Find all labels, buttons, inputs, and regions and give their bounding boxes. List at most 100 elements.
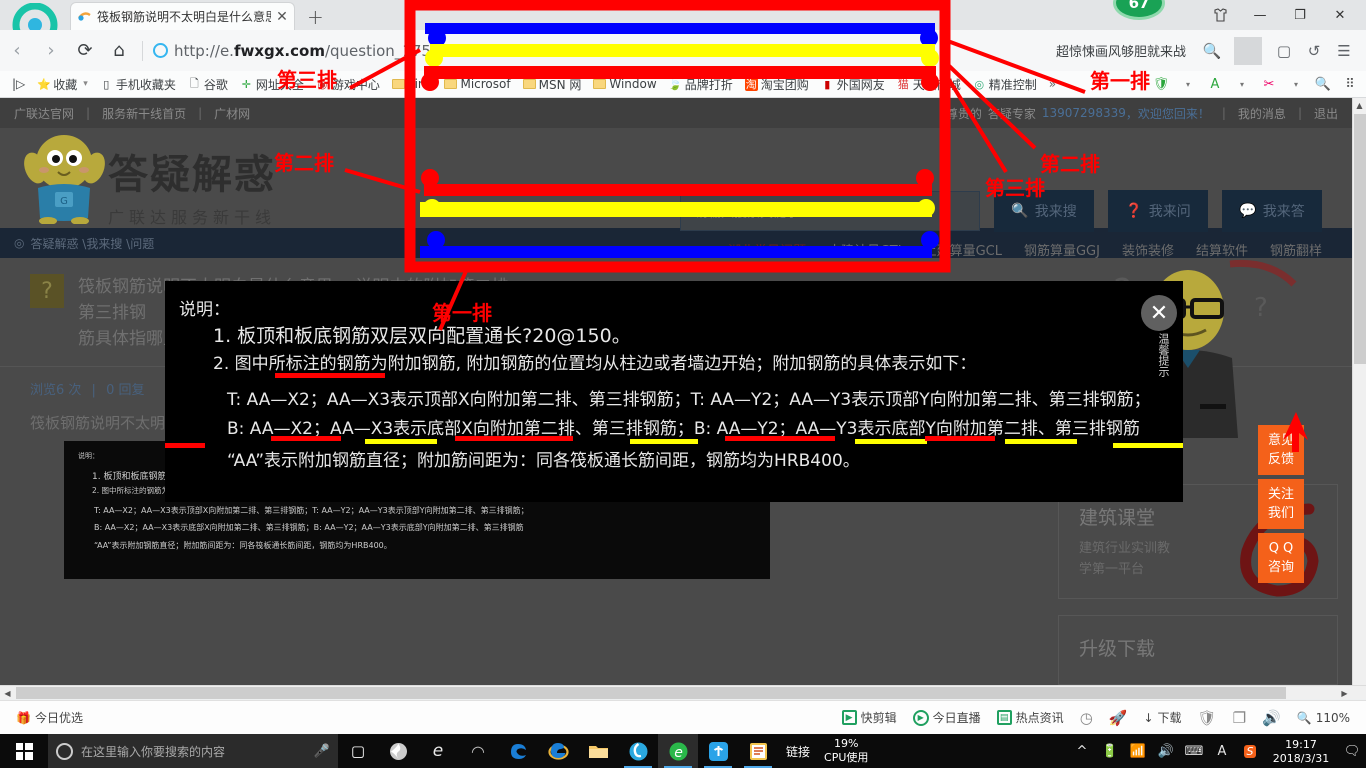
- app-icon-browser-1[interactable]: e: [418, 734, 458, 768]
- bookmark-item[interactable]: Link: [386, 73, 439, 95]
- action-center-icon[interactable]: 🗨: [1338, 734, 1366, 768]
- quicklink-settlement[interactable]: 结算软件: [1196, 240, 1248, 259]
- horizontal-scrollbar[interactable]: ◀ ▶: [0, 685, 1366, 699]
- horizontal-scroll-thumb[interactable]: [16, 687, 1286, 699]
- quicklink-hubei[interactable]: 湖北常见问题: [728, 240, 806, 259]
- bookmark-item[interactable]: Window: [587, 73, 662, 95]
- search-input[interactable]: 请输入搜索关键字: [680, 191, 980, 231]
- search-icon[interactable]: 🔍: [1198, 37, 1226, 65]
- app-icon-ie[interactable]: [538, 734, 578, 768]
- wallet-icon[interactable]: 🛡: [1149, 74, 1173, 96]
- bookmark-item[interactable]: 猫天猫商城: [891, 73, 967, 95]
- my-messages-link[interactable]: 我的消息: [1238, 105, 1286, 122]
- scroll-right-icon[interactable]: ▶: [1337, 686, 1352, 700]
- zoom-level-item[interactable]: 🔍 110%: [1289, 711, 1358, 725]
- today-pick-item[interactable]: 🎁 今日优选: [8, 709, 91, 726]
- logout-link[interactable]: 退出: [1314, 105, 1338, 122]
- skin-icon[interactable]: [1200, 4, 1240, 26]
- reload-icon[interactable]: ⟳: [68, 34, 102, 68]
- bookmark-item[interactable]: MSN 网: [517, 73, 588, 95]
- translate-icon[interactable]: A: [1203, 74, 1227, 96]
- speed-icon[interactable]: ◷: [1072, 709, 1101, 727]
- hot-news-item[interactable]: ▤ 热点资讯: [989, 709, 1072, 726]
- notification-badge[interactable]: 67: [1113, 0, 1165, 20]
- back-icon[interactable]: ‹: [0, 34, 34, 68]
- live-today-item[interactable]: ▶ 今日直播: [905, 709, 989, 726]
- bookmark-item[interactable]: ▯ 手机收藏夹: [94, 73, 182, 95]
- clock[interactable]: 19:17 2018/3/31: [1264, 736, 1338, 766]
- history-icon[interactable]: ↺: [1300, 37, 1328, 65]
- shield-icon[interactable]: 🛡: [1190, 709, 1225, 727]
- app-icon-sogou[interactable]: [378, 734, 418, 768]
- forward-icon[interactable]: ›: [34, 34, 68, 68]
- qq-consult-button[interactable]: Q Q 咨询: [1258, 533, 1304, 583]
- volume-icon[interactable]: 🔊: [1254, 709, 1289, 727]
- browser-tab[interactable]: 筏板钢筋说明不太明白是什么意思 ✕: [70, 2, 295, 30]
- feedback-button[interactable]: 意见 反馈: [1258, 425, 1304, 475]
- menu-icon[interactable]: ☰: [1330, 37, 1358, 65]
- apps-grid-icon[interactable]: ⠿: [1338, 74, 1362, 96]
- sidebar-card-download[interactable]: 升级下载: [1058, 615, 1338, 685]
- quicklink-decor[interactable]: 装饰装修: [1122, 240, 1174, 259]
- bookmark-item[interactable]: 🗋 谷歌: [182, 73, 234, 95]
- mobile-view-icon[interactable]: ▢: [1270, 37, 1298, 65]
- bookmarks-overflow-button[interactable]: »: [1043, 73, 1062, 95]
- address-bar[interactable]: http://e.fwxgx.com/question_1750006.html: [149, 36, 1056, 66]
- home-icon[interactable]: ⌂: [102, 34, 136, 68]
- bookmark-item[interactable]: ▮ 外国网友: [815, 73, 891, 95]
- maximize-button[interactable]: ❐: [1280, 4, 1320, 26]
- wifi-icon[interactable]: 📶: [1124, 734, 1152, 768]
- minimize-button[interactable]: —: [1240, 4, 1280, 26]
- promo-text[interactable]: 超惊悚画风够胆就来战: [1056, 41, 1186, 60]
- answer-button[interactable]: 💬 我来答: [1222, 190, 1322, 232]
- quicklink-gtj[interactable]: 土建计量GTJ: [828, 240, 901, 259]
- app-icon-current-browser[interactable]: e: [658, 734, 698, 768]
- ime-icon[interactable]: A: [1208, 734, 1236, 768]
- bookmark-item[interactable]: 淘淘宝团购: [739, 73, 815, 95]
- search-tool-icon[interactable]: 🔍: [1311, 74, 1335, 96]
- app-icon-edge[interactable]: [498, 734, 538, 768]
- image-viewer-popup[interactable]: 说明： 1. 板顶和板底钢筋双层双向配置通长?20@150。 2. 图中所标注的…: [165, 281, 1183, 502]
- link-guangcai[interactable]: 广材网: [214, 105, 250, 122]
- quicklink-gcl[interactable]: 土建算量GCL: [924, 240, 1002, 259]
- tab-close-icon[interactable]: ✕: [276, 10, 288, 24]
- popup-close-button[interactable]: ✕: [1141, 295, 1177, 331]
- link-service-home[interactable]: 服务新干线首页: [102, 105, 186, 122]
- task-view-icon[interactable]: ▢: [338, 734, 378, 768]
- vertical-scrollbar[interactable]: ▲ ▼: [1352, 98, 1366, 699]
- bookmark-item[interactable]: ◎ 精准控制: [967, 73, 1043, 95]
- scroll-up-icon[interactable]: ▲: [1353, 98, 1366, 113]
- close-button[interactable]: ✕: [1320, 4, 1360, 26]
- battery-icon[interactable]: 🔋: [1096, 734, 1124, 768]
- start-button[interactable]: [0, 734, 48, 768]
- bookmark-item[interactable]: ⭐ 收藏 ▾: [31, 73, 94, 95]
- ask-button[interactable]: ❓ 我来问: [1108, 190, 1208, 232]
- taskbar-link-label[interactable]: 链接: [778, 743, 818, 760]
- bookmarks-expand-icon[interactable]: |▷: [6, 73, 31, 95]
- app-icon-spiral[interactable]: ◠: [458, 734, 498, 768]
- new-tab-button[interactable]: +: [307, 5, 324, 29]
- app-icon-baidu-netdisk[interactable]: [698, 734, 738, 768]
- scissors-icon[interactable]: ✂: [1257, 74, 1281, 96]
- vertical-scroll-thumb[interactable]: [1354, 114, 1366, 364]
- window-icon[interactable]: ❐: [1225, 709, 1254, 727]
- taskbar-search-box[interactable]: 在这里输入你要搜索的内容 🎤: [48, 734, 338, 768]
- keyboard-icon[interactable]: ⌨: [1180, 734, 1208, 768]
- quick-edit-item[interactable]: ▶ 快剪辑: [834, 709, 905, 726]
- app-icon-file-explorer[interactable]: [578, 734, 618, 768]
- app-icon-360-browser[interactable]: [618, 734, 658, 768]
- quicklink-ggj[interactable]: 钢筋算量GGJ: [1024, 240, 1100, 259]
- rocket-icon[interactable]: 🚀: [1101, 709, 1136, 727]
- quicklink-rebar[interactable]: 钢筋翻样: [1270, 240, 1322, 259]
- bookmark-item[interactable]: Microsof: [438, 73, 516, 95]
- download-item[interactable]: ↓ 下载: [1135, 709, 1189, 726]
- tray-expand-icon[interactable]: ^: [1068, 734, 1096, 768]
- app-icon-editor[interactable]: [738, 734, 778, 768]
- bookmark-item[interactable]: 🍃 品牌打折: [663, 73, 739, 95]
- link-guanglianda[interactable]: 广联达官网: [14, 105, 74, 122]
- volume-icon[interactable]: 🔊: [1152, 734, 1180, 768]
- scroll-left-icon[interactable]: ◀: [0, 686, 15, 700]
- microphone-icon[interactable]: 🎤: [314, 744, 330, 759]
- sogou-ime-icon[interactable]: S: [1236, 734, 1264, 768]
- follow-us-button[interactable]: 关注 我们: [1258, 479, 1304, 529]
